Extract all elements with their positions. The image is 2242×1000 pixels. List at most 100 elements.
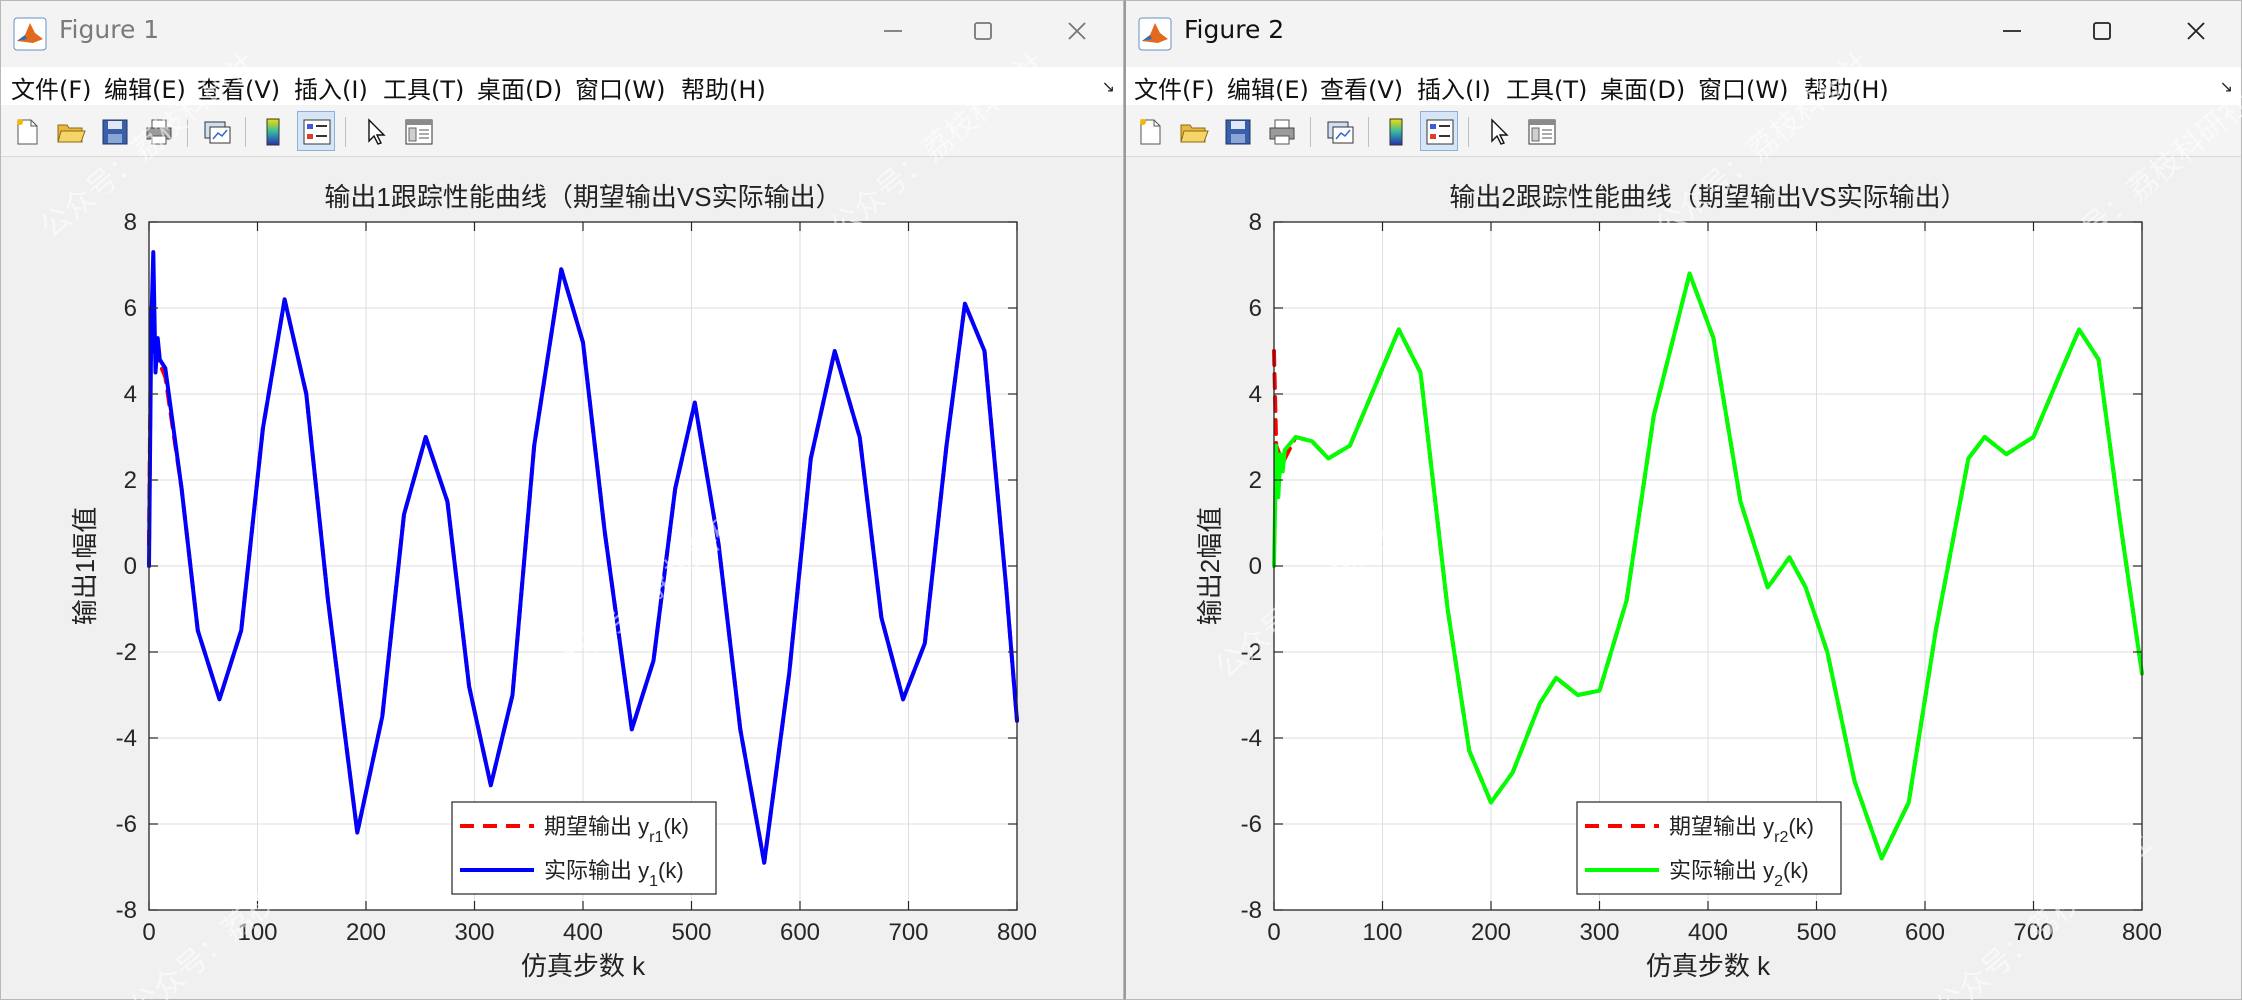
link-plot-button[interactable] [1320, 111, 1358, 151]
menu-insert[interactable]: 插入(I) [1417, 70, 1491, 105]
x-axis-label: 仿真步数 k [521, 951, 646, 981]
legend-subscript: r2 [1774, 829, 1788, 846]
close-icon [1068, 22, 1086, 40]
menu-desktop[interactable]: 桌面(D) [477, 70, 562, 105]
x-tick-label: 200 [1471, 919, 1511, 946]
window-title: Figure 2 [1184, 15, 1285, 44]
legend-icon [303, 119, 331, 145]
matlab-icon [1138, 17, 1172, 51]
edit-plot-button[interactable] [1478, 111, 1516, 151]
menu-view[interactable]: 查看(V) [1320, 70, 1403, 105]
property-inspector-button[interactable] [1522, 111, 1560, 151]
menu-window[interactable]: 窗口(W) [575, 70, 665, 105]
x-tick-label: 600 [1905, 919, 1945, 946]
maximize-button[interactable] [953, 9, 1013, 59]
dock-arrow-icon[interactable]: ↘ [1102, 77, 1115, 96]
minimize-button[interactable] [863, 9, 923, 59]
menu-edit[interactable]: 编辑(E) [104, 70, 186, 105]
x-tick-label: 0 [142, 919, 155, 946]
title-bar[interactable]: Figure 1 [1, 1, 1123, 67]
x-tick-label: 800 [2122, 919, 2162, 946]
menu-file[interactable]: 文件(F) [11, 70, 92, 105]
menu-window[interactable]: 窗口(W) [1698, 70, 1788, 105]
insert-colorbar-button[interactable] [1376, 111, 1414, 151]
y-tick-label: 2 [1249, 467, 1262, 494]
legend-subscript: r1 [649, 829, 663, 846]
save-button[interactable] [1218, 111, 1256, 151]
toolbar-separator [345, 117, 346, 147]
property-inspector-icon [405, 119, 433, 145]
legend-suffix: (k) [1783, 858, 1809, 883]
toolbar-separator [187, 117, 188, 147]
y-axis-label: 输出1幅值 [70, 507, 100, 625]
maximize-button[interactable] [2072, 9, 2132, 59]
link-plot-button[interactable] [197, 111, 235, 151]
minimize-icon [884, 30, 902, 32]
maximize-icon [2093, 22, 2111, 40]
arrow-cursor-icon [1491, 118, 1509, 145]
axes-title: 输出2跟踪性能曲线（期望输出VS实际输出） [1449, 182, 1966, 212]
x-tick-label: 700 [888, 919, 928, 946]
close-icon [2187, 22, 2205, 40]
legend-text: 期望输出 y [544, 814, 649, 839]
menu-help[interactable]: 帮助(H) [1804, 70, 1889, 105]
menu-desktop[interactable]: 桌面(D) [1600, 70, 1685, 105]
toolbar-separator [1468, 117, 1469, 147]
new-file-icon [1140, 119, 1161, 145]
x-tick-label: 500 [671, 919, 711, 946]
legend-subscript: 2 [1774, 873, 1783, 890]
x-tick-label: 400 [563, 919, 603, 946]
menu-edit[interactable]: 编辑(E) [1227, 70, 1309, 105]
insert-legend-button[interactable] [1420, 111, 1458, 151]
legend-text: 期望输出 y [1669, 814, 1774, 839]
desktop: Figure 1 文件(F) 编辑(E) 查看(V) 插入(I) 工具(T) 桌… [0, 0, 2242, 1000]
figure-toolbar [1, 105, 1123, 157]
title-bar[interactable]: Figure 2 [1126, 1, 2241, 67]
insert-legend-button[interactable] [297, 111, 335, 151]
menu-tools[interactable]: 工具(T) [383, 70, 464, 105]
open-file-button[interactable] [51, 111, 89, 151]
legend-text: 实际输出 y [1669, 858, 1774, 883]
menu-help[interactable]: 帮助(H) [681, 70, 766, 105]
close-button[interactable] [1047, 9, 1107, 59]
print-button[interactable] [1262, 111, 1300, 151]
legend-text: 实际输出 y [544, 858, 649, 883]
menu-tools[interactable]: 工具(T) [1506, 70, 1587, 105]
print-button[interactable] [139, 111, 177, 151]
x-tick-label: 400 [1688, 919, 1728, 946]
x-tick-label: 300 [1579, 919, 1619, 946]
axes-1[interactable]: 0 100 200 300 400 500 600 700 800 -8 -6 -4 -2 0 2 4 6 8 输出… [1, 158, 1123, 999]
menu-file[interactable]: 文件(F) [1134, 70, 1215, 105]
matlab-icon [13, 17, 47, 51]
menu-insert[interactable]: 插入(I) [294, 70, 368, 105]
axes-2[interactable]: 0 100 200 300 400 500 600 700 800 -8 -6 -4 -2 0 2 4 6 8 输出… [1126, 158, 2242, 999]
toolbar-separator [1310, 117, 1311, 147]
dock-arrow-icon[interactable]: ↘ [2220, 77, 2233, 96]
colorbar-icon [266, 118, 280, 146]
close-button[interactable] [2166, 9, 2226, 59]
figure-window-2: Figure 2 文件(F) 编辑(E) 查看(V) 插入(I) 工具(T) 桌… [1124, 0, 2242, 1000]
folder-open-icon [57, 124, 86, 143]
legend-subscript: 1 [649, 873, 658, 890]
window-title: Figure 1 [59, 15, 160, 44]
printer-icon [1269, 119, 1295, 145]
legend-icon [1426, 119, 1454, 145]
insert-colorbar-button[interactable] [253, 111, 291, 151]
property-inspector-button[interactable] [399, 111, 437, 151]
toolbar-separator [245, 117, 246, 147]
save-button[interactable] [95, 111, 133, 151]
new-figure-button[interactable] [7, 111, 45, 151]
new-figure-button[interactable] [1130, 111, 1168, 151]
printer-icon [146, 119, 172, 145]
minimize-button[interactable] [1982, 9, 2042, 59]
y-tick-label: -8 [1241, 897, 1262, 924]
y-tick-label: -6 [116, 811, 137, 838]
figure-canvas: 0 100 200 300 400 500 600 700 800 -8 -6 -4 -2 0 2 4 6 8 输出… [1, 158, 1123, 999]
folder-open-icon [1180, 124, 1209, 143]
edit-plot-button[interactable] [355, 111, 393, 151]
y-tick-label: 0 [1249, 553, 1262, 580]
menu-view[interactable]: 查看(V) [197, 70, 280, 105]
arrow-cursor-icon [368, 118, 386, 145]
open-file-button[interactable] [1174, 111, 1212, 151]
y-tick-label: -4 [116, 725, 137, 752]
